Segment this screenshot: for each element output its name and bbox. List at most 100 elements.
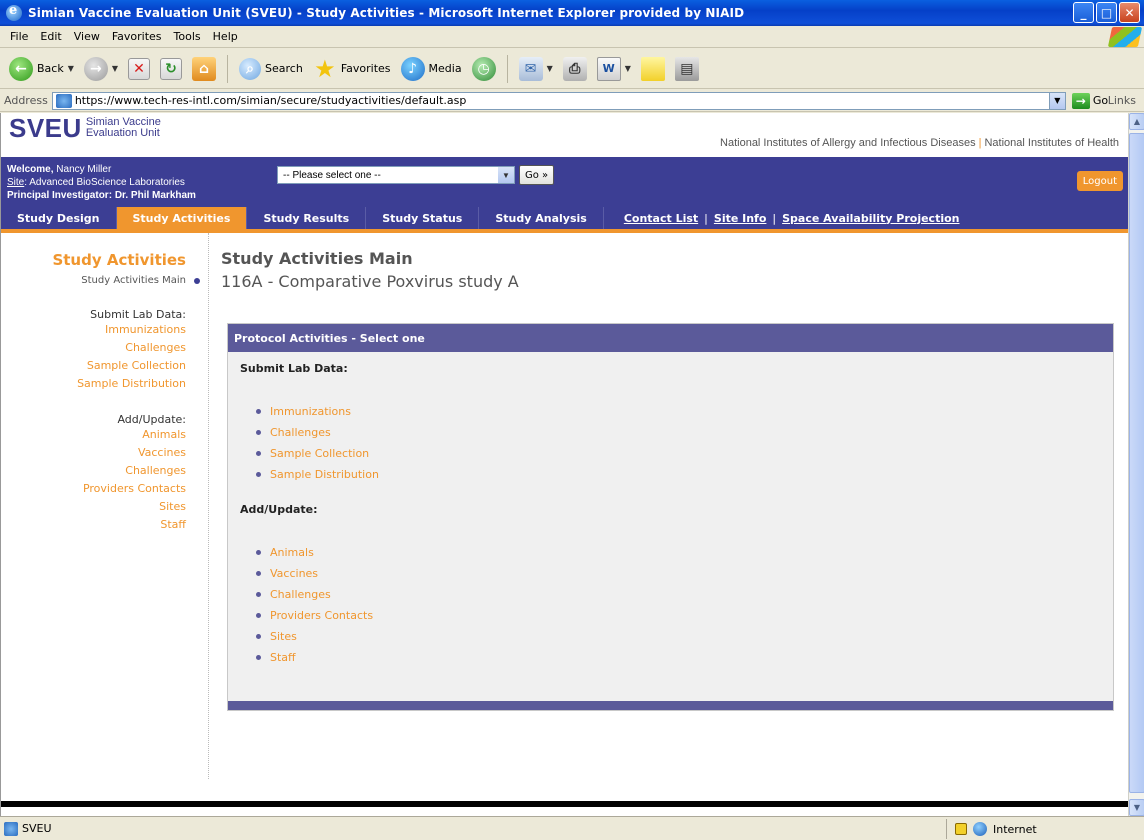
menu-tools[interactable]: Tools xyxy=(168,30,207,43)
section-add-update: Add/Update: xyxy=(240,503,318,516)
messenger-button[interactable]: ▤ xyxy=(672,53,702,85)
logout-button[interactable]: Logout xyxy=(1076,171,1123,191)
list-item-challenges[interactable]: Challenges xyxy=(252,422,1113,443)
site-link[interactable]: Site xyxy=(7,177,24,188)
scroll-up-icon[interactable]: ▲ xyxy=(1129,113,1144,130)
page-title: Study Activities Main xyxy=(221,249,413,268)
address-bar: Address https://www.tech-res-intl.com/si… xyxy=(0,90,1144,112)
page-footer-rule xyxy=(1,801,1128,807)
stop-button[interactable]: ✕ xyxy=(125,53,153,85)
lock-icon[interactable] xyxy=(955,823,967,835)
sidebar-current[interactable]: Study Activities Main xyxy=(1,275,200,286)
sidebar-item-challenges[interactable]: Challenges xyxy=(1,339,186,357)
home-button[interactable]: ⌂ xyxy=(189,53,219,85)
tab-study-activities[interactable]: Study Activities xyxy=(116,207,248,229)
scroll-down-icon[interactable]: ▼ xyxy=(1129,799,1144,816)
site-value: : Advanced BioScience Laboratories xyxy=(24,177,185,188)
search-button[interactable]: ⌕ Search xyxy=(236,53,306,85)
agency-links: National Institutes of Allergy and Infec… xyxy=(720,137,1119,149)
list-item-vaccines[interactable]: Vaccines xyxy=(252,563,1113,584)
list-item-challenges-update[interactable]: Challenges xyxy=(252,584,1113,605)
forward-button[interactable]: → ▼ xyxy=(81,53,121,85)
history-icon: ◷ xyxy=(471,56,496,81)
mail-button[interactable]: ✉ ▼ xyxy=(516,53,556,85)
toolbar-separator xyxy=(506,54,508,83)
chevron-down-icon[interactable]: ▼ xyxy=(498,167,514,183)
links-button[interactable]: Links xyxy=(1108,94,1136,107)
study-select[interactable]: -- Please select one -- ▼ xyxy=(277,166,515,184)
close-button[interactable]: ✕ xyxy=(1119,2,1140,23)
contact-list-link[interactable]: Contact List xyxy=(618,207,704,229)
sidebar-item-challenges-update[interactable]: Challenges xyxy=(1,462,186,480)
sidebar-item-staff[interactable]: Staff xyxy=(1,516,186,534)
back-button[interactable]: ← Back ▼ xyxy=(6,53,77,85)
media-button[interactable]: ♪ Media xyxy=(398,53,465,85)
edit-word-button[interactable]: W ▼ xyxy=(594,53,634,85)
sidebar-item-providers-contacts[interactable]: Providers Contacts xyxy=(1,480,186,498)
sidebar-item-sites[interactable]: Sites xyxy=(1,498,186,516)
minimize-button[interactable]: _ xyxy=(1073,2,1094,23)
address-input[interactable]: https://www.tech-res-intl.com/simian/sec… xyxy=(51,91,1066,110)
chevron-down-icon[interactable]: ▼ xyxy=(112,64,118,73)
sidebar-item-sample-distribution[interactable]: Sample Distribution xyxy=(1,375,186,393)
space-availability-link[interactable]: Space Availability Projection xyxy=(776,207,965,229)
list-item-sample-distribution[interactable]: Sample Distribution xyxy=(252,464,1113,485)
sidebar: Study Activities Study Activities Main S… xyxy=(1,233,209,779)
niaid-link[interactable]: National Institutes of Allergy and Infec… xyxy=(720,137,976,149)
page-viewport: SVEU Simian Vaccine Evaluation Unit Nati… xyxy=(0,113,1128,816)
address-label: Address xyxy=(4,94,48,107)
tab-study-status[interactable]: Study Status xyxy=(366,207,480,229)
favorites-button[interactable]: ★ Favorites xyxy=(310,53,394,85)
menu-view[interactable]: View xyxy=(68,30,106,43)
chevron-down-icon[interactable]: ▼ xyxy=(68,64,74,73)
sidebar-item-sample-collection[interactable]: Sample Collection xyxy=(1,357,186,375)
sidebar-group-add-update: Add/Update: xyxy=(117,413,186,426)
menu-help[interactable]: Help xyxy=(207,30,244,43)
sidebar-title: Study Activities xyxy=(52,251,186,269)
tab-study-analysis[interactable]: Study Analysis xyxy=(479,207,604,229)
sidebar-item-vaccines[interactable]: Vaccines xyxy=(1,444,186,462)
pi-label: Principal Investigator: xyxy=(7,190,113,201)
page-icon xyxy=(55,93,72,108)
menu-edit[interactable]: Edit xyxy=(34,30,67,43)
back-arrow-icon: ← xyxy=(9,56,33,81)
maximize-button[interactable]: □ xyxy=(1096,2,1117,23)
main-nav: Study Design Study Activities Study Resu… xyxy=(1,207,1128,229)
menu-file[interactable]: File xyxy=(4,30,34,43)
study-go-button[interactable]: Go » xyxy=(519,165,555,185)
chevron-down-icon[interactable]: ▼ xyxy=(1048,92,1065,109)
add-update-list: Animals Vaccines Challenges Providers Co… xyxy=(252,542,1113,668)
history-button[interactable]: ◷ xyxy=(469,53,499,85)
print-button[interactable]: ⎙ xyxy=(560,53,590,85)
page-icon xyxy=(4,821,18,836)
site-info-link[interactable]: Site Info xyxy=(708,207,773,229)
tab-study-results[interactable]: Study Results xyxy=(247,207,367,229)
list-item-immunizations[interactable]: Immunizations xyxy=(252,401,1113,422)
tab-study-design[interactable]: Study Design xyxy=(1,207,117,229)
sidebar-item-immunizations[interactable]: Immunizations xyxy=(1,321,186,339)
nih-link[interactable]: National Institutes of Health xyxy=(984,137,1119,149)
sidebar-item-animals[interactable]: Animals xyxy=(1,426,186,444)
list-item-sites[interactable]: Sites xyxy=(252,626,1113,647)
study-select-value: -- Please select one -- xyxy=(283,169,381,181)
refresh-button[interactable]: ↻ xyxy=(157,53,185,85)
menu-favorites[interactable]: Favorites xyxy=(106,30,168,43)
title-bar: Simian Vaccine Evaluation Unit (SVEU) - … xyxy=(0,0,1144,26)
user-bar: Welcome, Nancy Miller Site: Advanced Bio… xyxy=(1,157,1128,207)
go-button[interactable]: → Go xyxy=(1071,92,1108,109)
welcome-name: Nancy Miller xyxy=(56,164,112,175)
chevron-down-icon[interactable]: ▼ xyxy=(625,64,631,73)
sveu-logo[interactable]: SVEU Simian Vaccine Evaluation Unit xyxy=(9,115,161,141)
search-icon: ⌕ xyxy=(239,57,262,80)
list-item-staff[interactable]: Staff xyxy=(252,647,1113,668)
list-item-providers-contacts[interactable]: Providers Contacts xyxy=(252,605,1113,626)
scroll-thumb[interactable] xyxy=(1129,133,1144,793)
list-item-animals[interactable]: Animals xyxy=(252,542,1113,563)
back-label: Back xyxy=(37,62,64,75)
site-header: SVEU Simian Vaccine Evaluation Unit Nati… xyxy=(1,113,1128,157)
panel-header: Protocol Activities - Select one xyxy=(228,324,1113,352)
list-item-sample-collection[interactable]: Sample Collection xyxy=(252,443,1113,464)
chevron-down-icon[interactable]: ▼ xyxy=(547,64,553,73)
notes-button[interactable] xyxy=(638,53,668,85)
vertical-scrollbar[interactable]: ▲ ▼ xyxy=(1128,113,1144,816)
